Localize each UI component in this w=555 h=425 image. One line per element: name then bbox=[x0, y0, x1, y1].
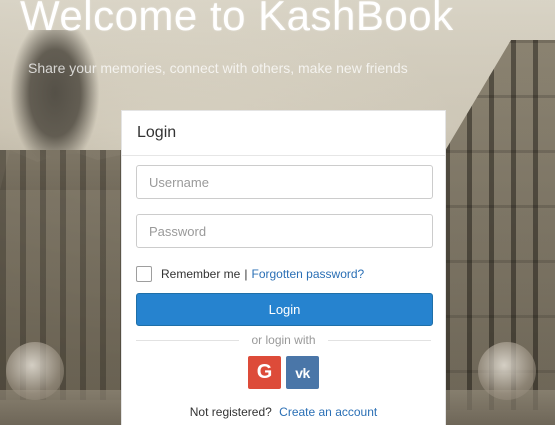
vk-login-button[interactable]: vk bbox=[286, 356, 319, 389]
social-login-row: G vk bbox=[136, 356, 431, 389]
login-panel: Login Remember me | Forgotten password? … bbox=[121, 110, 446, 425]
login-panel-body: Remember me | Forgotten password? Login … bbox=[122, 156, 445, 419]
forgot-password-link[interactable]: Forgotten password? bbox=[251, 267, 364, 281]
background-figure-right bbox=[478, 342, 536, 400]
vk-icon: vk bbox=[295, 364, 310, 381]
or-login-with-label: or login with bbox=[251, 333, 316, 347]
not-registered-label: Not registered? bbox=[189, 405, 272, 419]
background-figure-left bbox=[6, 342, 64, 400]
separator: | bbox=[244, 267, 248, 281]
divider-line-left bbox=[136, 339, 240, 341]
divider-line-right bbox=[327, 339, 431, 341]
username-input[interactable] bbox=[136, 165, 433, 199]
remember-me-label: Remember me bbox=[161, 267, 241, 281]
login-panel-title: Login bbox=[137, 124, 177, 141]
background-tree bbox=[10, 30, 100, 170]
page-title: Welcome to KashBook bbox=[20, 0, 454, 39]
login-button[interactable]: Login bbox=[136, 293, 433, 326]
google-login-button[interactable]: G bbox=[248, 356, 281, 389]
or-login-with-divider: or login with bbox=[136, 333, 431, 347]
register-row: Not registered? Create an account bbox=[136, 405, 431, 419]
google-icon: G bbox=[256, 361, 273, 383]
create-account-link[interactable]: Create an account bbox=[279, 405, 377, 419]
remember-me-checkbox[interactable] bbox=[136, 266, 152, 282]
login-panel-header: Login bbox=[122, 111, 445, 156]
remember-row: Remember me | Forgotten password? bbox=[136, 263, 431, 285]
password-input[interactable] bbox=[136, 214, 433, 248]
page-tagline: Share your memories, connect with others… bbox=[28, 60, 408, 76]
